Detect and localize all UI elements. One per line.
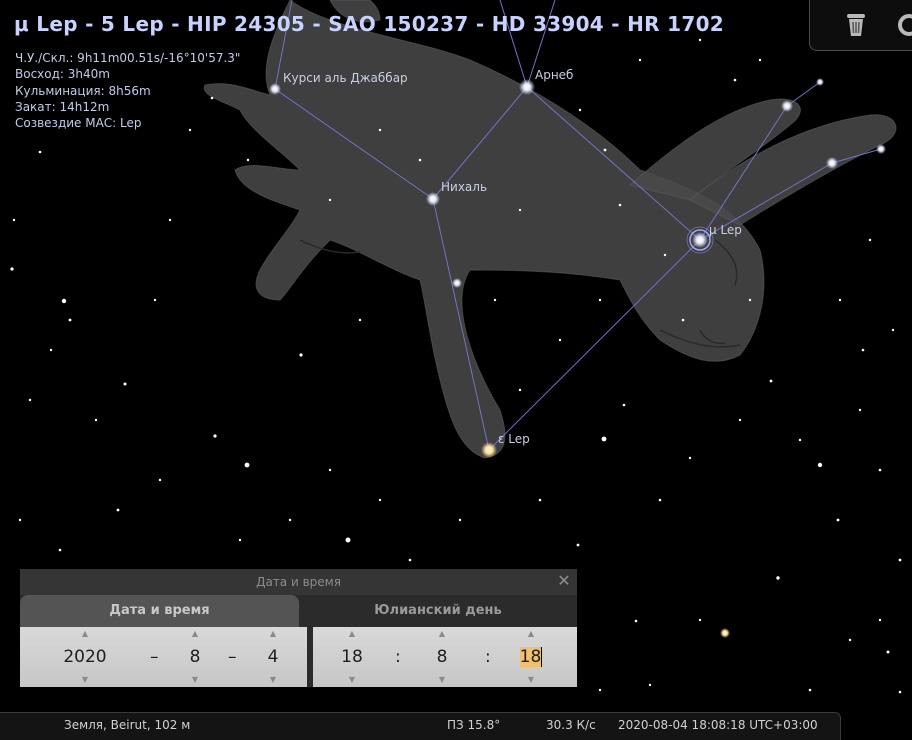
chevron-down-icon[interactable]: ▼ [501,675,561,685]
star-label-arneb[interactable]: Арнеб [535,68,573,82]
object-info-panel: Ч.У./Скл.: 9h11m00.51s/-16°10'57.3" Восх… [15,50,240,131]
date-panel: ▲ 2020 ▼ – ▲ 8 ▼ – ▲ 4 ▼ [20,627,307,687]
object-coords: Ч.У./Скл.: 9h11m00.51s/-16°10'57.3" [15,51,241,65]
object-constellation: Созвездие МАС: Lep [15,116,142,131]
month-spinbox[interactable]: ▲ 8 ▼ [165,627,225,687]
hour-spinbox[interactable]: ▲ 18 ▼ [322,627,382,687]
status-location: Земля, Beirut, 102 м [64,718,191,732]
close-icon[interactable]: ✕ [555,572,573,590]
dialog-title[interactable]: Дата и время [20,569,577,595]
hour-value[interactable]: 18 [322,646,382,668]
chevron-down-icon[interactable]: ▼ [243,675,303,685]
chevron-down-icon[interactable]: ▼ [55,675,115,685]
tab-date-time[interactable]: Дата и время [20,595,299,627]
time-separator: : [485,647,491,667]
object-rise: Восход: 3h40m [15,67,110,82]
chevron-up-icon[interactable]: ▲ [55,629,115,639]
date-time-dialog: Дата и время ✕ Дата и время Юлианский де… [20,569,577,687]
minute-spinbox[interactable]: ▲ 8 ▼ [412,627,472,687]
star-label-eps-lep[interactable]: ε Lep [498,432,530,446]
tab-julian-day[interactable]: Юлианский день [299,595,577,627]
second-value-text[interactable]: 18 [519,647,542,667]
star-label-mu-lep[interactable]: μ Lep [709,223,742,237]
day-spinbox[interactable]: ▲ 4 ▼ [243,627,303,687]
object-culmination: Кульминация: 8h56m [15,83,151,98]
star-label-kursa[interactable]: Курси аль Джаббар [283,71,408,85]
chevron-up-icon[interactable]: ▲ [322,629,382,639]
chevron-down-icon[interactable]: ▼ [165,675,225,685]
minute-value[interactable]: 8 [412,646,472,668]
object-title: μ Lep - 5 Lep - HIP 24305 - SAO 150237 -… [14,12,725,36]
second-value[interactable]: 18 [501,646,561,668]
chevron-up-icon[interactable]: ▲ [412,629,472,639]
chevron-down-icon[interactable]: ▼ [412,675,472,685]
year-spinbox[interactable]: ▲ 2020 ▼ [55,627,115,687]
star-label-nihal[interactable]: Нихаль [441,180,487,194]
month-value[interactable]: 8 [165,646,225,668]
date-separator: – [150,647,159,667]
day-value[interactable]: 4 [243,646,303,668]
time-separator: : [395,647,401,667]
chevron-up-icon[interactable]: ▲ [243,629,303,639]
trash-icon[interactable] [845,12,867,38]
status-bar: Земля, Beirut, 102 м ПЗ 15.8° 30.3 К/с 2… [0,712,841,740]
time-panel: ▲ 18 ▼ : ▲ 8 ▼ : ▲ 18 ▼ [313,627,577,687]
chevron-up-icon[interactable]: ▲ [165,629,225,639]
chevron-up-icon[interactable]: ▲ [501,629,561,639]
partial-icon[interactable] [897,12,912,38]
chevron-down-icon[interactable]: ▼ [322,675,382,685]
year-value[interactable]: 2020 [55,646,115,668]
text-cursor [541,647,543,667]
status-fps: 30.3 К/с [546,718,596,732]
status-fov: ПЗ 15.8° [447,718,501,732]
second-spinbox[interactable]: ▲ 18 ▼ [501,627,561,687]
object-set: Закат: 14h12m [15,99,110,114]
status-datetime: 2020-08-04 18:08:18 UTC+03:00 [618,718,818,732]
date-separator: – [228,647,237,667]
